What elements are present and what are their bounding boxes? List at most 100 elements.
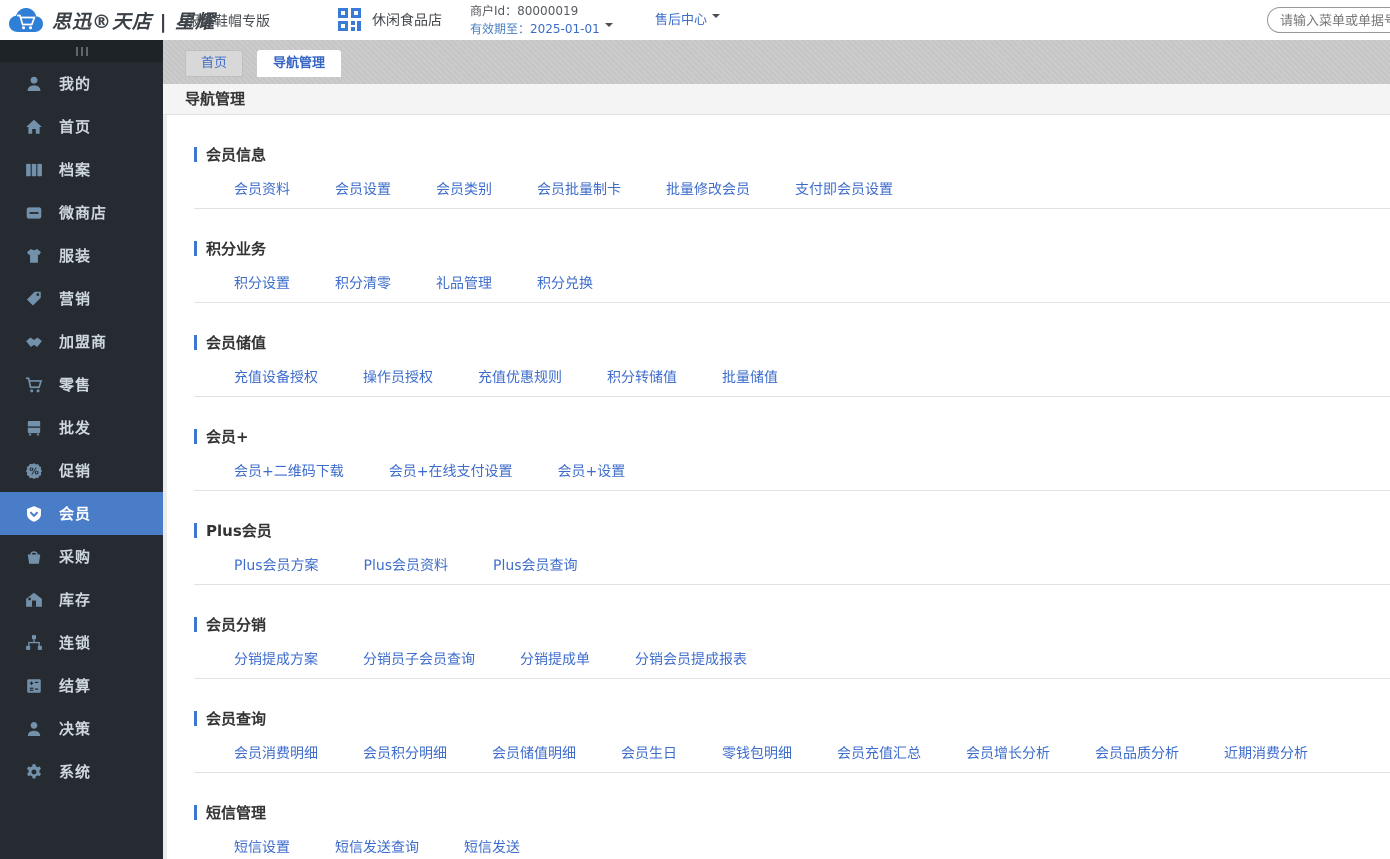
sidebar-item-system[interactable]: 系统 xyxy=(0,750,163,793)
shop-icon xyxy=(24,203,43,222)
person-icon xyxy=(24,74,43,93)
tag-icon xyxy=(24,289,43,308)
sidebar-item-weshop[interactable]: 微商店 xyxy=(0,191,163,234)
section-link[interactable]: 会员增长分析 xyxy=(966,743,1050,763)
sidebar-item-wholesale[interactable]: 批发 xyxy=(0,406,163,449)
sidebar-item-purchase[interactable]: 采购 xyxy=(0,535,163,578)
section-link[interactable]: 会员品质分析 xyxy=(1095,743,1179,763)
section-link[interactable]: 短信发送查询 xyxy=(335,837,419,857)
section-link[interactable]: 礼品管理 xyxy=(436,273,492,293)
service-center-label: 售后中心 xyxy=(655,13,708,28)
section-marker xyxy=(194,240,197,256)
sidebar-item-decision[interactable]: 决策 xyxy=(0,707,163,750)
section-link[interactable]: 会员批量制卡 xyxy=(537,179,621,199)
section-title: 短信管理 xyxy=(206,803,267,822)
section-link[interactable]: 会员+二维码下载 xyxy=(234,461,344,481)
sidebar-item-promotion[interactable]: % 促销 xyxy=(0,449,163,492)
user-icon xyxy=(24,719,43,738)
section-link[interactable]: 会员资料 xyxy=(234,179,290,199)
section-marker xyxy=(194,522,197,538)
merchant-info: 商户Id：80000019 有效期至：2025-01-01 xyxy=(470,2,613,38)
section-marker xyxy=(194,710,197,726)
sidebar-item-archives[interactable]: 档案 xyxy=(0,148,163,191)
section-link[interactable]: 会员+设置 xyxy=(557,461,625,481)
section-link[interactable]: 近期消费分析 xyxy=(1224,743,1308,763)
section-link[interactable]: 零钱包明细 xyxy=(722,743,792,763)
member-shield-icon xyxy=(24,504,43,523)
section-link[interactable]: 支付即会员设置 xyxy=(795,179,893,199)
sidebar-item-franchisee[interactable]: 加盟商 xyxy=(0,320,163,363)
tab-bar: 首页 导航管理 xyxy=(163,40,1390,84)
section-member-plus-suite: 会员+ 会员+二维码下载 会员+在线支付设置 会员+设置 xyxy=(167,397,1390,491)
sidebar-item-home[interactable]: 首页 xyxy=(0,105,163,148)
section-link[interactable]: 会员消费明细 xyxy=(234,743,318,763)
merchant-id: 商户Id：80000019 xyxy=(470,4,579,18)
section-link[interactable]: 会员类别 xyxy=(436,179,492,199)
section-link[interactable]: 会员储值明细 xyxy=(492,743,576,763)
sidebar-item-apparel[interactable]: 服装 xyxy=(0,234,163,277)
brand-logo: 思迅®天店 | 星耀 xyxy=(8,7,215,34)
cart-cloud-icon xyxy=(8,8,44,33)
section-link[interactable]: 会员生日 xyxy=(621,743,677,763)
section-link[interactable]: 分销会员提成报表 xyxy=(635,649,747,669)
section-link[interactable]: 会员设置 xyxy=(335,179,391,199)
section-title: 会员信息 xyxy=(206,145,267,164)
sidebar-item-settlement[interactable]: 结算 xyxy=(0,664,163,707)
sidebar-item-mine[interactable]: 我的 xyxy=(0,62,163,105)
section-member-stored-value: 会员储值 充值设备授权 操作员授权 充值优惠规则 积分转储值 批量储值 xyxy=(167,303,1390,397)
section-link[interactable]: 分销员子会员查询 xyxy=(363,649,475,669)
section-link[interactable]: Plus会员查询 xyxy=(493,555,578,575)
tab-home[interactable]: 首页 xyxy=(185,50,244,77)
section-plus-member: Plus会员 Plus会员方案 Plus会员资料 Plus会员查询 xyxy=(167,491,1390,585)
section-link[interactable]: 积分设置 xyxy=(234,273,290,293)
section-link[interactable]: 会员+在线支付设置 xyxy=(389,461,513,481)
section-marker xyxy=(194,616,197,632)
main-panel: 首页 导航管理 导航管理 会员信息 会员资料 会员设置 会员类别 会员批量制卡 … xyxy=(163,40,1390,859)
section-marker xyxy=(194,428,197,444)
sidebar-item-retail[interactable]: 零售 xyxy=(0,363,163,406)
section-title: 会员查询 xyxy=(206,709,267,728)
content-area: 会员信息 会员资料 会员设置 会员类别 会员批量制卡 批量修改会员 支付即会员设… xyxy=(163,115,1390,859)
home-icon xyxy=(24,117,43,136)
sidebar-item-inventory[interactable]: 库存 xyxy=(0,578,163,621)
sidebar-collapse-handle[interactable] xyxy=(0,40,163,62)
section-link[interactable]: Plus会员资料 xyxy=(364,555,449,575)
section-link[interactable]: 短信发送 xyxy=(464,837,520,857)
section-member-query: 会员查询 会员消费明细 会员积分明细 会员储值明细 会员生日 零钱包明细 会员充… xyxy=(167,679,1390,773)
tab-navigation-management[interactable]: 导航管理 xyxy=(257,50,342,77)
validity-dropdown[interactable]: 有效期至：2025-01-01 xyxy=(470,20,613,38)
section-link[interactable]: 积分兑换 xyxy=(537,273,593,293)
section-link[interactable]: 操作员授权 xyxy=(363,367,433,387)
section-title: 会员分销 xyxy=(206,615,267,634)
app-header: 思迅®天店 | 星耀 服装鞋帽专版 休闲食品店 商户Id：80000019 有效… xyxy=(0,0,1390,40)
section-link[interactable]: 充值设备授权 xyxy=(234,367,318,387)
sidebar-item-chain[interactable]: 连锁 xyxy=(0,621,163,664)
sidebar-item-member[interactable]: 会员 xyxy=(0,492,163,535)
section-sms-management: 短信管理 短信设置 短信发送查询 短信发送 xyxy=(167,773,1390,857)
caret-down-icon xyxy=(604,23,613,31)
section-marker xyxy=(194,334,197,350)
section-link[interactable]: Plus会员方案 xyxy=(234,555,319,575)
section-link[interactable]: 积分转储值 xyxy=(607,367,677,387)
sitemap-icon xyxy=(24,633,43,652)
section-link[interactable]: 批量修改会员 xyxy=(666,179,750,199)
svg-text:%: % xyxy=(29,466,39,477)
section-member-distribution: 会员分销 分销提成方案 分销员子会员查询 分销提成单 分销会员提成报表 xyxy=(167,585,1390,679)
section-title: Plus会员 xyxy=(206,521,272,540)
section-link[interactable]: 会员充值汇总 xyxy=(837,743,921,763)
section-link[interactable]: 充值优惠规则 xyxy=(478,367,562,387)
section-link[interactable]: 短信设置 xyxy=(234,837,290,857)
global-search-input[interactable] xyxy=(1267,7,1390,33)
sidebar: 我的 首页 档案 微商店 服装 营销 加盟商 零售 批发 % 促销 会员 采购 … xyxy=(0,40,163,859)
section-link[interactable]: 分销提成方案 xyxy=(234,649,318,669)
section-link[interactable]: 会员积分明细 xyxy=(363,743,447,763)
section-link[interactable]: 分销提成单 xyxy=(520,649,590,669)
sidebar-item-marketing[interactable]: 营销 xyxy=(0,277,163,320)
page-title: 导航管理 xyxy=(163,84,1390,115)
store-name: 休闲食品店 xyxy=(372,13,442,29)
service-center-menu[interactable]: 售后中心 xyxy=(655,0,721,40)
qrcode-icon[interactable] xyxy=(338,8,361,31)
section-link[interactable]: 积分清零 xyxy=(335,273,391,293)
section-link[interactable]: 批量储值 xyxy=(722,367,778,387)
cabinet-icon xyxy=(24,418,43,437)
